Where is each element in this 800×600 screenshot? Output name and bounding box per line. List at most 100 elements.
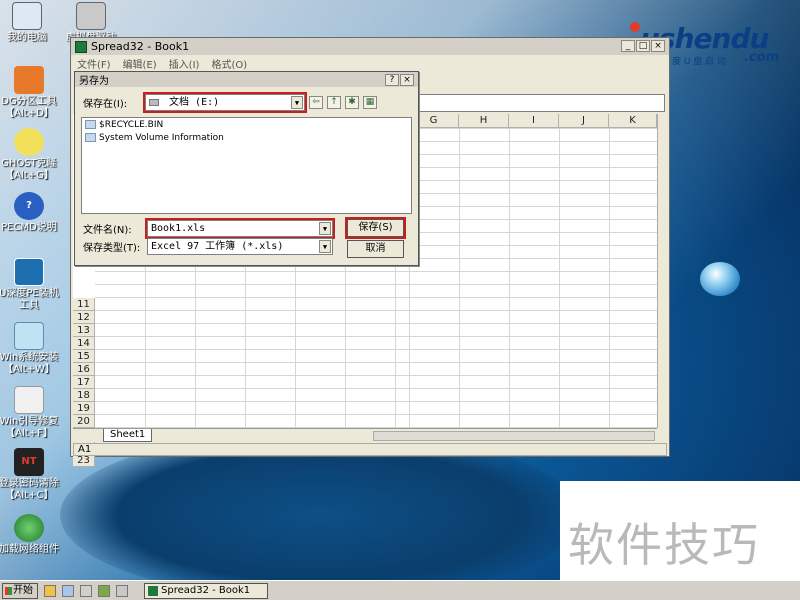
sheet-tab-sheet1[interactable]: Sheet1 [103, 429, 153, 442]
desktop-icon-pecmd[interactable]: ? PECMD说明 [0, 192, 64, 234]
row-header[interactable]: 15 [73, 350, 95, 363]
gridline [509, 128, 510, 428]
row-header[interactable]: 14 [73, 337, 95, 350]
gridline [459, 128, 460, 428]
desktop-icon-boot-repair[interactable]: Win引导修复 【Alt+F】 [0, 386, 64, 440]
save-button[interactable]: 保存(S) [345, 217, 406, 239]
file-name: System Volume Information [99, 132, 224, 143]
desktop-icon-label: GHOST克隆 [1, 158, 57, 169]
logo-sub-text: 度 U 盘 启 动 [672, 57, 727, 67]
row-header[interactable]: 18 [73, 389, 95, 402]
desktop-icon-shortcut: 【Alt+D】 [4, 108, 54, 119]
menu-edit[interactable]: 编辑(E) [123, 56, 157, 71]
gridline [559, 128, 560, 428]
gridline [95, 349, 657, 350]
desktop-icon-label: U深度PE装机 [0, 288, 59, 299]
close-button[interactable]: × [651, 40, 665, 52]
menu-file[interactable]: 文件(F) [77, 56, 111, 71]
tool-quicklaunch-icon[interactable] [98, 585, 110, 597]
folder-icon [85, 133, 96, 142]
desktop-icon-shortcut: 【Alt+F】 [5, 428, 53, 439]
desktop-icon-pe-installer[interactable]: U深度PE装机 工具 [0, 258, 64, 312]
folder-quicklaunch-icon[interactable] [44, 585, 56, 597]
windows-flag-icon [5, 587, 12, 595]
spreadsheet-app-icon [75, 40, 87, 53]
column-header-h[interactable]: H [459, 114, 509, 128]
network-icon [14, 514, 44, 542]
filetype-dropdown[interactable]: Excel 97 工作簿 (*.xls) ▼ [147, 238, 333, 255]
filetype-label: 保存类型(T): [83, 243, 141, 254]
menu-format[interactable]: 格式(O) [211, 56, 247, 71]
save-as-dialog: 另存为 ? × 保存在(I): 文档 (E:) ▼ ⇦ ↑ ✱ ▦ $RECYC… [74, 71, 419, 266]
gridline [95, 401, 657, 402]
gridline [95, 310, 657, 311]
desktop-icon-dg-partition[interactable]: DG分区工具 【Alt+D】 [0, 66, 64, 120]
save-in-value: 文档 (E:) [169, 97, 220, 108]
taskbar-item-spread32[interactable]: Spread32 - Book1 [144, 583, 268, 599]
drive-icon [149, 98, 159, 106]
password-clear-icon: NT [14, 448, 44, 476]
save-in-label: 保存在(I): [83, 99, 128, 110]
column-header-j[interactable]: J [559, 114, 609, 128]
ghost-icon [14, 128, 44, 156]
save-in-dropdown[interactable]: 文档 (E:) ▼ [143, 92, 307, 113]
desktop-icon-my-computer[interactable]: 我的电脑 [0, 2, 62, 44]
menu-insert[interactable]: 插入(I) [169, 56, 200, 71]
column-header-i[interactable]: I [509, 114, 559, 128]
desktop-icon-label: 登录密码清除 [0, 478, 59, 489]
chevron-down-icon[interactable]: ▼ [319, 222, 331, 235]
eraser-quicklaunch-icon[interactable] [116, 585, 128, 597]
row-header[interactable]: 13 [73, 324, 95, 337]
chevron-down-icon[interactable]: ▼ [291, 96, 303, 109]
start-label: 开始 [13, 585, 33, 596]
row-header[interactable]: 16 [73, 363, 95, 376]
desktop-icon-network[interactable]: 加载网络组件 [0, 514, 64, 556]
help-button[interactable]: ? [385, 74, 399, 86]
row-header[interactable]: 20 [73, 415, 95, 428]
list-item[interactable]: System Volume Information [82, 131, 411, 144]
explorer-quicklaunch-icon[interactable] [62, 585, 74, 597]
horizontal-scrollbar[interactable] [373, 431, 655, 441]
gridline [95, 323, 657, 324]
row-header[interactable]: 11 [73, 298, 95, 311]
gridline [95, 284, 657, 285]
desktop-icon-password-clear[interactable]: NT 登录密码清除 【Alt+C】 [0, 448, 64, 502]
desktop-icon-ghost[interactable]: GHOST克隆 【Alt+G】 [0, 128, 64, 182]
dialog-titlebar[interactable]: 另存为 [75, 72, 418, 87]
list-item[interactable]: $RECYCLE.BIN [82, 118, 411, 131]
column-header-k[interactable]: K [609, 114, 657, 128]
row-header[interactable]: 19 [73, 402, 95, 415]
desktop-icon-label: 我的电脑 [7, 32, 47, 43]
window-controls: _ □ × [621, 40, 665, 52]
cancel-button[interactable]: 取消 [347, 240, 404, 258]
start-button[interactable]: 开始 [2, 583, 38, 599]
folder-icon [85, 120, 96, 129]
maximize-button[interactable]: □ [636, 40, 650, 52]
desktop-icon-label: Win引导修复 [0, 416, 59, 427]
gridline [95, 375, 657, 376]
formula-bar[interactable] [419, 94, 665, 112]
file-list[interactable]: $RECYCLE.BIN System Volume Information [81, 117, 412, 214]
back-arrow-icon[interactable]: ⇦ [309, 96, 323, 109]
desktop-icon-shortcut: 工具 [19, 300, 39, 311]
filename-field[interactable]: Book1.xls ▼ [145, 218, 335, 239]
disk-quicklaunch-icon[interactable] [80, 585, 92, 597]
minimize-button[interactable]: _ [621, 40, 635, 52]
row-header[interactable]: 17 [73, 376, 95, 389]
vertical-scrollbar[interactable] [657, 114, 669, 428]
gridline [95, 388, 657, 389]
dialog-close-button[interactable]: × [400, 74, 414, 86]
gridline [95, 336, 657, 337]
view-menu-icon[interactable]: ▦ [363, 96, 377, 109]
filename-row: 文件名(N): Book1.xls ▼ [83, 218, 335, 239]
window-titlebar[interactable]: Spread32 - Book1 [71, 38, 669, 55]
dialog-title: 另存为 [79, 76, 109, 87]
desktop-icon-label: PECMD说明 [1, 222, 57, 233]
up-folder-icon[interactable]: ↑ [327, 96, 341, 109]
chevron-down-icon[interactable]: ▼ [319, 240, 331, 253]
filename-value: Book1.xls [151, 223, 206, 234]
desktop-icon-win-setup[interactable]: Win系统安装 【Alt+W】 [0, 322, 64, 376]
desktop-icon-label: 加载网络组件 [0, 544, 59, 555]
new-folder-icon[interactable]: ✱ [345, 96, 359, 109]
row-header[interactable]: 12 [73, 311, 95, 324]
